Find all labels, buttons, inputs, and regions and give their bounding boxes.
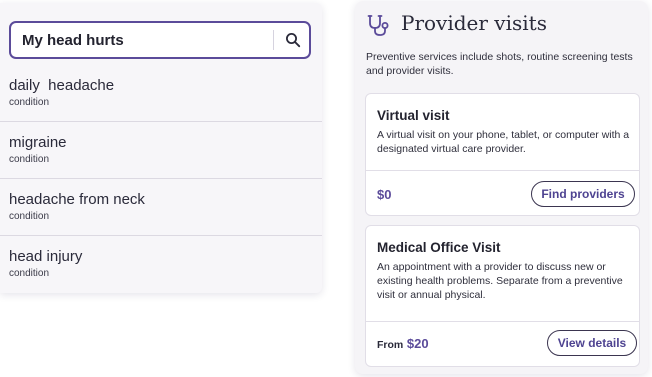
medical-office-visit-card: Medical Office Visit An appointment with… <box>365 225 640 367</box>
card-title: Medical Office Visit <box>377 240 501 255</box>
result-type: condition <box>9 97 50 108</box>
price: $0 <box>377 187 391 202</box>
result-title: headache from neck <box>9 191 145 208</box>
search-divider <box>273 30 274 50</box>
result-type: condition <box>9 268 50 279</box>
find-providers-button[interactable]: Find providers <box>531 181 635 207</box>
result-type: condition <box>9 211 50 222</box>
card-divider <box>366 170 639 171</box>
stethoscope-icon <box>367 15 389 36</box>
card-body: A virtual visit on your phone, tablet, o… <box>377 129 630 155</box>
result-item[interactable]: daily headache condition <box>0 77 322 133</box>
price-value: $20 <box>406 336 429 351</box>
search-box[interactable] <box>9 21 311 59</box>
result-item[interactable]: migraine condition <box>0 134 322 190</box>
result-title: head injury <box>9 248 83 265</box>
card-title: Virtual visit <box>377 108 450 123</box>
price-prefix: From <box>377 339 404 351</box>
virtual-visit-card: Virtual visit A virtual visit on your ph… <box>365 93 640 216</box>
price-value: $0 <box>377 187 392 202</box>
search-input[interactable] <box>11 23 269 57</box>
result-title: daily headache <box>9 77 115 94</box>
divider <box>0 178 322 179</box>
result-type: condition <box>9 154 50 165</box>
provider-visits-panel: Provider visits Preventive services incl… <box>355 1 648 374</box>
card-divider <box>366 321 639 322</box>
price: From $20 <box>377 336 429 351</box>
divider <box>0 121 322 122</box>
view-details-button[interactable]: View details <box>547 330 637 356</box>
card-body: An appointment with a provider to discus… <box>377 261 623 301</box>
result-title: migraine <box>9 134 67 151</box>
divider <box>0 235 322 236</box>
result-item[interactable]: head injury condition <box>0 248 322 304</box>
search-icon <box>286 33 301 48</box>
panel-description: Preventive services include shots, routi… <box>366 51 633 77</box>
result-item[interactable]: headache from neck condition <box>0 191 322 247</box>
panel-title: Provider visits <box>401 11 547 35</box>
search-panel: daily headache condition migraine condit… <box>0 3 322 293</box>
search-button[interactable] <box>279 26 307 54</box>
